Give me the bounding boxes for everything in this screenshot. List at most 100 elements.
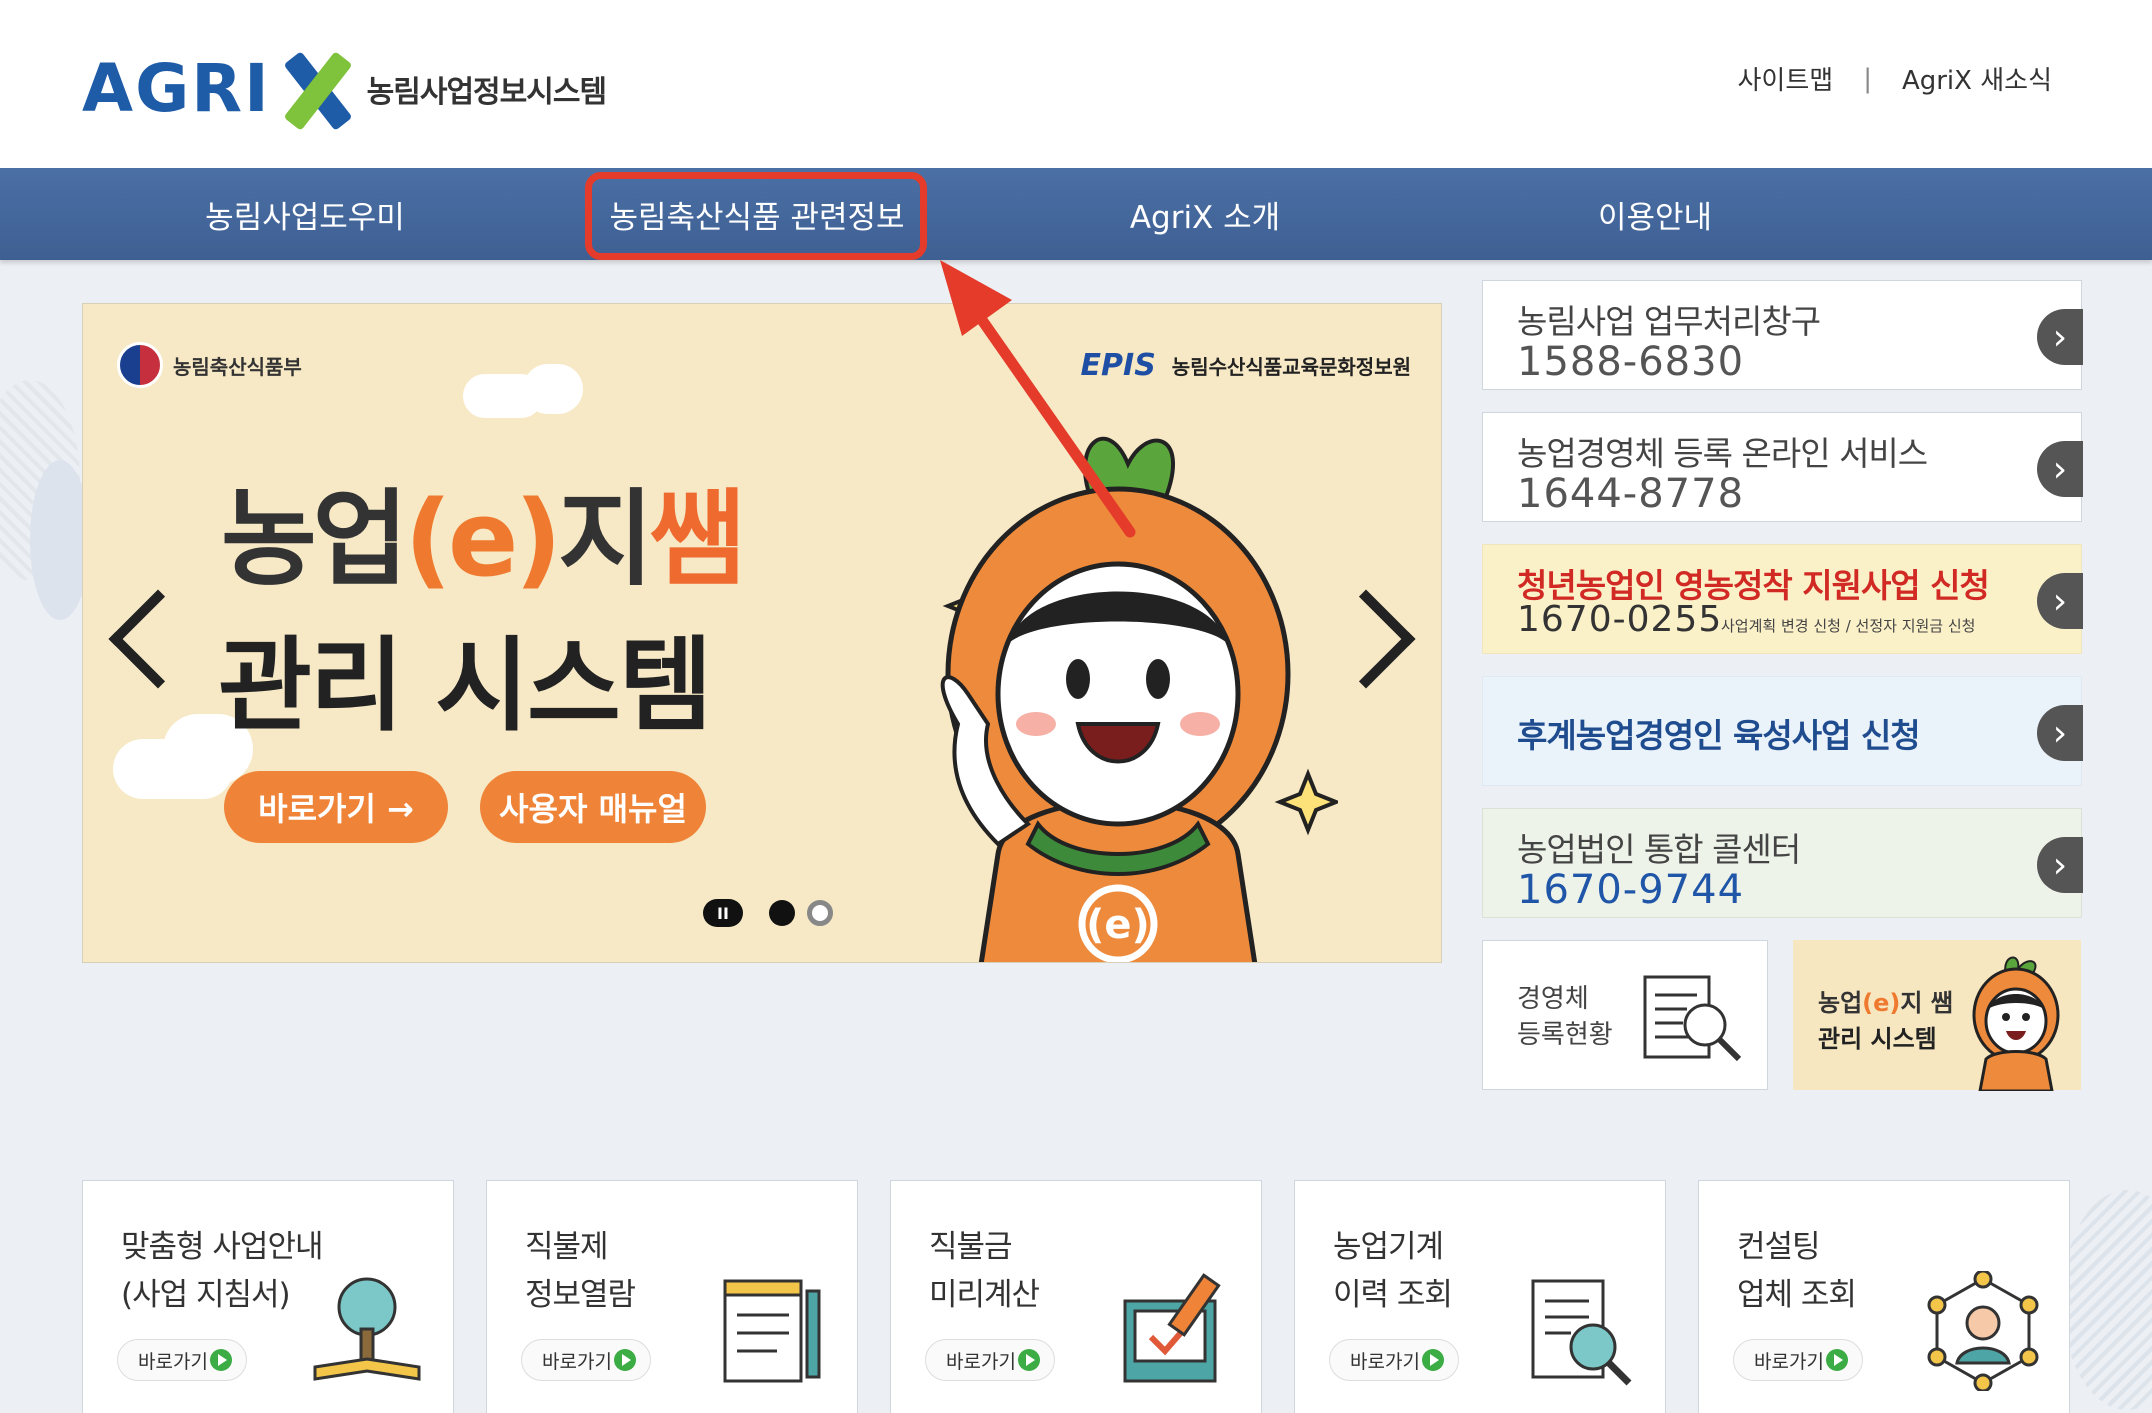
play-icon (210, 1349, 232, 1371)
card-title: 농업기계 이력 조회 (1333, 1223, 1453, 1319)
tile-registration-status[interactable]: 경영체 등록현황 (1482, 940, 1768, 1090)
card-go-label: 바로가기 (138, 1350, 208, 1373)
ministry-name: 농림축산식품부 (173, 354, 302, 379)
tile-ejissam-title: 농업(e)지 쌤 (1818, 983, 1953, 1018)
calculator-check-icon (1123, 1273, 1221, 1383)
card-custom-project-guide[interactable]: 맞춤형 사업안내 (사업 지침서) 바로가기 (82, 1180, 454, 1413)
card-go-button[interactable]: 바로가기 (1329, 1339, 1459, 1381)
network-person-icon (1927, 1271, 2039, 1391)
card-title: 맞춤형 사업안내 (사업 지침서) (121, 1223, 323, 1319)
top-links: 사이트맵 | AgriX 새소식 (1738, 60, 2053, 97)
tile-ejissam-subtitle: 관리 시스템 (1818, 1025, 1937, 1053)
notepad-icon (723, 1279, 821, 1383)
card-go-label: 바로가기 (946, 1350, 1016, 1373)
banner-title-line2: 관리 시스템 (218, 627, 713, 746)
chevron-right-icon[interactable]: › (2037, 573, 2083, 629)
card-go-label: 바로가기 (1350, 1350, 1420, 1373)
card-go-label: 바로가기 (1754, 1350, 1824, 1373)
side-panel-farm-registration[interactable]: 농업경영체 등록 온라인 서비스 1644-8778 › (1482, 412, 2083, 522)
play-icon (614, 1349, 636, 1371)
title-part: 지 (557, 478, 654, 600)
banner-go-button[interactable]: 바로가기 → (224, 771, 448, 843)
card-title-line: 업체 조회 (1737, 1277, 1857, 1313)
card-payment-calculator[interactable]: 직불금 미리계산 바로가기 (890, 1180, 1262, 1413)
logo-subtitle: 농림사업정보시스템 (366, 74, 607, 110)
card-title: 직불금 미리계산 (929, 1223, 1040, 1319)
banner-title-line1: 농업(e)지쌤 (221, 454, 745, 605)
sitemap-link[interactable]: 사이트맵 (1738, 60, 1834, 97)
chevron-right-icon[interactable]: › (2037, 441, 2083, 497)
carousel-prev-icon[interactable] (108, 589, 208, 689)
card-title-line: 이력 조회 (1333, 1277, 1453, 1313)
tile-ejissam-system[interactable]: 농업(e)지 쌤 관리 시스템 (1793, 940, 2081, 1091)
side-panel-title: 후계농업경영인 육성사업 신청 (1517, 716, 1921, 755)
card-title-line: 컨설팅 (1737, 1229, 1821, 1265)
tree-book-icon (313, 1277, 421, 1381)
card-title: 직불제 정보열람 (525, 1223, 636, 1319)
document-magnifier-icon (1643, 975, 1742, 1062)
card-go-button[interactable]: 바로가기 (521, 1339, 651, 1381)
annotation-highlight-box (585, 172, 927, 260)
banner-user-manual-button[interactable]: 사용자 매뉴얼 (480, 771, 706, 843)
side-panel-phone: 1670-0255 (1517, 599, 1723, 640)
carousel-dot-2[interactable] (807, 900, 833, 926)
side-panel-title: 농업법인 통합 콜센터 (1517, 830, 1801, 869)
card-go-button[interactable]: 바로가기 (117, 1339, 247, 1381)
tile-title-part: 농업 (1818, 989, 1863, 1017)
side-panel-title: 농림사업 업무처리창구 (1517, 302, 1821, 341)
side-panel-title: 농업경영체 등록 온라인 서비스 (1517, 434, 1928, 473)
card-go-button[interactable]: 바로가기 (1733, 1339, 1863, 1381)
main-banner-carousel[interactable]: 농림축산식품부 EPIS 농림수산식품교육문화정보원 농업(e)지쌤 관리 시스… (82, 303, 1442, 963)
card-title-line: 직불제 (525, 1229, 609, 1265)
card-go-label: 바로가기 (542, 1350, 612, 1373)
mascot-e-badge: (e) (1086, 902, 1150, 948)
title-e: (e) (404, 478, 562, 600)
title-part: 농업 (221, 478, 408, 600)
agrix-news-link[interactable]: AgriX 새소식 (1902, 60, 2052, 97)
carousel-dot-1[interactable] (769, 900, 795, 926)
tile-label-line: 등록현황 (1517, 1020, 1613, 1050)
carrot-mascot-icon (1972, 956, 2060, 1091)
background-decoration (30, 460, 90, 620)
side-panel-phone: 1644-8778 (1517, 471, 1745, 517)
taegeuk-emblem-icon (117, 342, 163, 388)
play-icon (1018, 1349, 1040, 1371)
link-separator: | (1863, 63, 1872, 94)
carousel-pager: II (703, 899, 845, 927)
side-panel-farm-work-window[interactable]: 농림사업 업무처리창구 1588-6830 › (1482, 280, 2083, 390)
card-farm-machine-history[interactable]: 농업기계 이력 조회 바로가기 (1294, 1180, 1666, 1413)
side-panel-corp-callcenter[interactable]: 농업법인 통합 콜센터 1670-9744 › (1482, 808, 2083, 918)
epis-logo: EPIS 농림수산식품교육문화정보원 (1081, 348, 1411, 383)
side-panel-young-farmer[interactable]: 청년농업인 영농정착 지원사업 신청 1670-0255 사업계획 변경 신청 … (1482, 544, 2083, 654)
play-icon (1422, 1349, 1444, 1371)
tile-title-e: (e) (1862, 989, 1901, 1017)
side-panel-successor-farmer[interactable]: 후계농업경영인 육성사업 신청 › (1482, 676, 2083, 786)
chevron-right-icon[interactable]: › (2037, 837, 2083, 893)
nav-item-usage-guide[interactable]: 이용안내 (1510, 168, 1800, 260)
tile-title-part: 지 쌤 (1900, 989, 1953, 1017)
logo-x-mark (273, 50, 363, 131)
epis-name: 농림수산식품교육문화정보원 (1171, 355, 1411, 379)
tile-label-line: 경영체 (1517, 984, 1589, 1014)
ministry-logo: 농림축산식품부 (117, 342, 302, 388)
nav-item-farm-project-helper[interactable]: 농림사업도우미 (160, 168, 450, 260)
card-consulting-company-search[interactable]: 컨설팅 업체 조회 바로가기 (1698, 1180, 2070, 1413)
agrix-logo[interactable]: AGRI 농림사업정보시스템 (82, 50, 607, 131)
chevron-right-icon[interactable]: › (2037, 309, 2083, 365)
side-panel-phone: 1588-6830 (1517, 339, 1745, 385)
chevron-right-icon[interactable]: › (2037, 705, 2083, 761)
side-panel-phone: 1670-9744 (1517, 867, 1745, 913)
card-title-line: 맞춤형 사업안내 (121, 1229, 323, 1265)
tile-label: 경영체 등록현황 (1517, 981, 1613, 1053)
card-title-line: (사업 지침서) (121, 1277, 291, 1313)
cloud-decoration (523, 364, 583, 414)
card-direct-payment-info[interactable]: 직불제 정보열람 바로가기 (486, 1180, 858, 1413)
main-nav: 농림사업도우미 농림축산식품 관련정보 AgriX 소개 이용안내 (0, 168, 2152, 260)
card-go-button[interactable]: 바로가기 (925, 1339, 1055, 1381)
pause-button[interactable]: II (703, 899, 743, 927)
logo-wordmark: AGRI (82, 50, 271, 127)
nav-item-agrix-intro[interactable]: AgriX 소개 (1060, 168, 1350, 260)
side-panel-note: 사업계획 변경 신청 / 선정자 지원금 신청 (1721, 617, 1976, 635)
card-title-line: 직불금 (929, 1229, 1013, 1265)
site-header: AGRI 농림사업정보시스템 사이트맵 | AgriX 새소식 (0, 0, 2152, 168)
